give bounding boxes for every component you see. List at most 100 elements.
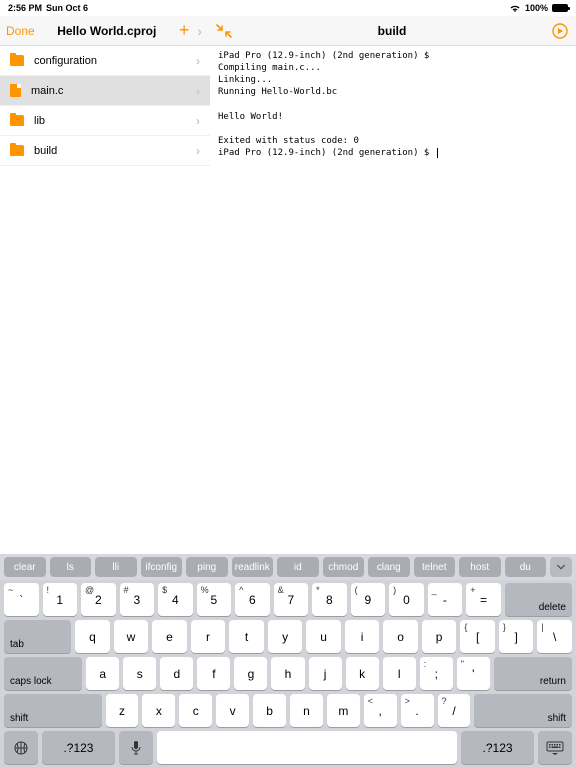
folder-icon [10, 55, 24, 66]
key-p[interactable]: p [422, 620, 457, 653]
key-1[interactable]: !1 [43, 583, 78, 616]
file-icon [10, 84, 21, 97]
dismiss-keyboard-key[interactable] [538, 731, 572, 764]
space-key[interactable] [157, 731, 457, 764]
shortcut-ifconfig[interactable]: ifconfig [141, 557, 183, 577]
shortcut-ping[interactable]: ping [186, 557, 228, 577]
tab-key[interactable]: tab [4, 620, 71, 653]
key-i[interactable]: i [345, 620, 380, 653]
chevron-right-icon: › [196, 144, 200, 158]
key-`[interactable]: ~` [4, 583, 39, 616]
key-t[interactable]: t [229, 620, 264, 653]
key-j[interactable]: j [309, 657, 342, 690]
toolbar: Done Hello World.cproj + › build [0, 16, 576, 46]
shortcut-ls[interactable]: ls [50, 557, 92, 577]
console-output[interactable]: iPad Pro (12.9-inch) (2nd generation) $ … [210, 46, 576, 558]
key-r[interactable]: r [191, 620, 226, 653]
key-w[interactable]: w [114, 620, 149, 653]
key-.[interactable]: >. [401, 694, 434, 727]
file-sidebar: configuration›main.c› lib › build › [0, 46, 210, 558]
run-button[interactable] [552, 23, 568, 39]
folder-icon [10, 115, 24, 126]
done-button[interactable]: Done [6, 24, 35, 38]
key-=[interactable]: += [466, 583, 501, 616]
key-u[interactable]: u [306, 620, 341, 653]
key-a[interactable]: a [86, 657, 119, 690]
key-f[interactable]: f [197, 657, 230, 690]
key-/[interactable]: ?/ [438, 694, 471, 727]
key-7[interactable]: &7 [274, 583, 309, 616]
caps-lock-key[interactable]: caps lock [4, 657, 82, 690]
key-s[interactable]: s [123, 657, 156, 690]
key-z[interactable]: z [106, 694, 139, 727]
shortcut-du[interactable]: du [505, 557, 547, 577]
key-4[interactable]: $4 [158, 583, 193, 616]
key-m[interactable]: m [327, 694, 360, 727]
key-][interactable]: }] [499, 620, 534, 653]
shortcut-host[interactable]: host [459, 557, 501, 577]
key-o[interactable]: o [383, 620, 418, 653]
key--[interactable]: _- [428, 583, 463, 616]
sidebar-item-label: build [34, 145, 57, 157]
shortcut-telnet[interactable]: telnet [414, 557, 456, 577]
key-[[interactable]: {[ [460, 620, 495, 653]
key-,[interactable]: <, [364, 694, 397, 727]
key-2[interactable]: @2 [81, 583, 116, 616]
return-key[interactable]: return [494, 657, 572, 690]
key-g[interactable]: g [234, 657, 267, 690]
shortcut-bar: clearlslliifconfigpingreadlinkidchmodcla… [0, 554, 576, 580]
shortcut-chmod[interactable]: chmod [323, 557, 365, 577]
key-n[interactable]: n [290, 694, 323, 727]
shortcut-readlink[interactable]: readlink [232, 557, 274, 577]
cursor [437, 148, 438, 158]
shortcut-clear[interactable]: clear [4, 557, 46, 577]
chevron-right-icon: › [196, 114, 200, 128]
key-8[interactable]: *8 [312, 583, 347, 616]
sidebar-item-configuration[interactable]: configuration› [0, 46, 210, 76]
mic-key[interactable] [119, 731, 153, 764]
key-x[interactable]: x [142, 694, 175, 727]
key-;[interactable]: :; [420, 657, 453, 690]
status-bar: 2:56 PM Sun Oct 6 100% [0, 0, 576, 16]
key-5[interactable]: %5 [197, 583, 232, 616]
project-title: Hello World.cproj [43, 24, 171, 38]
symbols-key-right[interactable]: .?123 [461, 731, 534, 764]
globe-key[interactable] [4, 731, 38, 764]
shortcut-lli[interactable]: lli [95, 557, 137, 577]
status-date: Sun Oct 6 [46, 3, 88, 13]
shortcuts-collapse-button[interactable] [550, 557, 572, 577]
shift-key-left[interactable]: shift [4, 694, 102, 727]
sidebar-item-build[interactable]: build › [0, 136, 210, 166]
add-button[interactable]: + [179, 20, 190, 41]
collapse-icon[interactable] [216, 24, 232, 38]
key-h[interactable]: h [271, 657, 304, 690]
symbols-key-left[interactable]: .?123 [42, 731, 115, 764]
key-9[interactable]: (9 [351, 583, 386, 616]
delete-key[interactable]: delete [505, 583, 572, 616]
sidebar-item-label: lib [34, 115, 45, 127]
folder-icon [10, 145, 24, 156]
key-q[interactable]: q [75, 620, 110, 653]
shortcut-id[interactable]: id [277, 557, 319, 577]
sidebar-item-lib[interactable]: lib › [0, 106, 210, 136]
key-y[interactable]: y [268, 620, 303, 653]
key-k[interactable]: k [346, 657, 379, 690]
key-'[interactable]: "' [457, 657, 490, 690]
console-title: build [378, 24, 407, 38]
key-e[interactable]: e [152, 620, 187, 653]
key-l[interactable]: l [383, 657, 416, 690]
sidebar-item-main-c[interactable]: main.c› [0, 76, 210, 106]
key-c[interactable]: c [179, 694, 212, 727]
status-time: 2:56 PM [8, 3, 42, 13]
key-0[interactable]: )0 [389, 583, 424, 616]
key-v[interactable]: v [216, 694, 249, 727]
sidebar-item-label: main.c [31, 85, 63, 97]
key-d[interactable]: d [160, 657, 193, 690]
shift-key-right[interactable]: shift [474, 694, 572, 727]
key-6[interactable]: ^6 [235, 583, 270, 616]
shortcut-clang[interactable]: clang [368, 557, 410, 577]
key-3[interactable]: #3 [120, 583, 155, 616]
key-\[interactable]: |\ [537, 620, 572, 653]
chevron-right-icon[interactable]: › [197, 23, 202, 39]
key-b[interactable]: b [253, 694, 286, 727]
